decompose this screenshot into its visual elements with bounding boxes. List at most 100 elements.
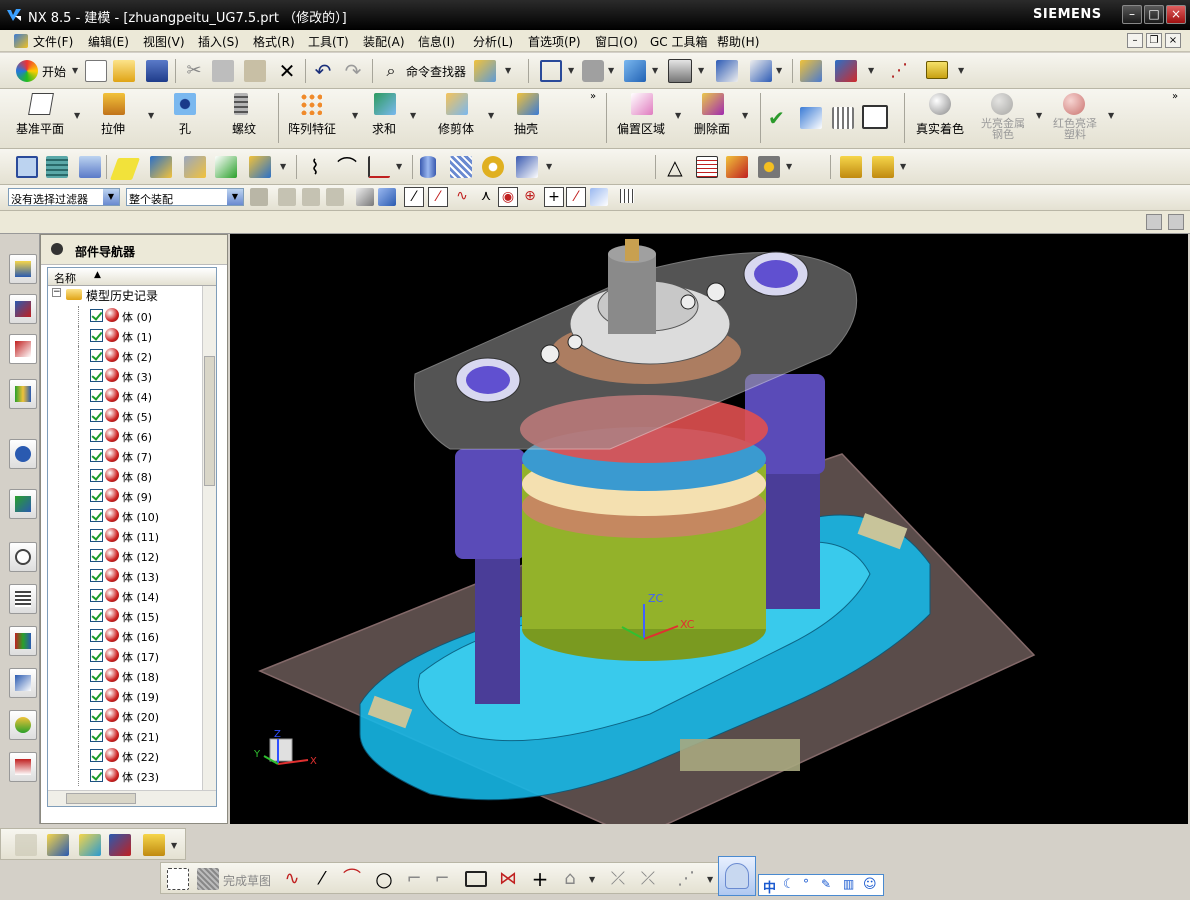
tree-body-row[interactable]: 体 (5)	[48, 406, 206, 426]
dropdown-icon[interactable]: ▼	[868, 66, 874, 75]
fit-box-icon[interactable]	[16, 156, 38, 178]
checkmate-icon[interactable]: ✔	[768, 107, 790, 129]
tree-body-row[interactable]: 体 (18)	[48, 666, 206, 686]
part-navigator-tab[interactable]	[9, 334, 37, 364]
menu-assembly[interactable]: 装配(A)	[363, 33, 405, 50]
trim-icon[interactable]: ⤫	[607, 868, 629, 890]
red-glossy-plastic-button[interactable]: 红色亮泽 塑料	[1048, 118, 1102, 140]
select-body-icon[interactable]	[356, 188, 374, 206]
datum-plane-icon[interactable]	[28, 93, 54, 115]
part-icon[interactable]	[15, 834, 37, 856]
add-component-icon[interactable]	[215, 156, 237, 178]
polygon-icon[interactable]: ⋈	[497, 868, 519, 890]
menu-preferences[interactable]: 首选项(P)	[528, 33, 581, 50]
constraint-icon[interactable]	[109, 834, 131, 856]
visibility-checkbox[interactable]	[90, 609, 103, 622]
visibility-checkbox[interactable]	[90, 309, 103, 322]
snap-point-icon[interactable]	[326, 188, 344, 206]
tree-body-row[interactable]: 体 (21)	[48, 726, 206, 746]
start-dropdown-icon[interactable]: ▼	[72, 66, 78, 75]
internet-explorer-tab[interactable]	[9, 439, 37, 469]
app-menu-icon[interactable]	[14, 34, 28, 48]
shell-button[interactable]: 抽壳	[514, 120, 538, 137]
layers-icon[interactable]	[46, 156, 68, 178]
cue-options-icon[interactable]	[1146, 214, 1162, 230]
chevron-down-icon[interactable]: ▼	[103, 189, 119, 205]
doc-minimize-button[interactable]: –	[1127, 33, 1143, 48]
bearing-icon[interactable]	[482, 156, 504, 178]
tree-body-row[interactable]: 体 (8)	[48, 466, 206, 486]
unite-icon[interactable]	[374, 93, 396, 115]
menu-edit[interactable]: 编辑(E)	[88, 33, 129, 50]
ime-mode[interactable]: 中	[763, 877, 776, 896]
system-materials-tab[interactable]	[9, 542, 37, 572]
visibility-checkbox[interactable]	[90, 749, 103, 762]
visibility-checkbox[interactable]	[90, 489, 103, 502]
shaded-cube-icon[interactable]	[624, 60, 646, 82]
move-component-icon[interactable]	[79, 834, 101, 856]
dropdown-icon[interactable]: ▼	[707, 875, 713, 884]
visibility-checkbox[interactable]	[90, 529, 103, 542]
visibility-checkbox[interactable]	[90, 569, 103, 582]
visibility-checkbox[interactable]	[90, 649, 103, 662]
tree-body-row[interactable]: 体 (10)	[48, 506, 206, 526]
tree-body-row[interactable]: 体 (23)	[48, 766, 206, 786]
toolbar-overflow-icon[interactable]: »	[590, 91, 596, 102]
minimize-button[interactable]: –	[1122, 5, 1142, 24]
dropdown-icon[interactable]: ▼	[1036, 111, 1042, 120]
new-file-icon[interactable]	[85, 60, 107, 82]
snap-point-icon[interactable]	[278, 188, 296, 206]
tree-body-row[interactable]: 体 (14)	[48, 586, 206, 606]
hole-button[interactable]: 孔	[179, 120, 191, 137]
extend-icon[interactable]: ⤫	[637, 868, 659, 890]
h-scrollbar-thumb[interactable]	[66, 793, 136, 804]
tree-body-row[interactable]: 体 (7)	[48, 446, 206, 466]
replace-component-icon[interactable]	[249, 156, 271, 178]
selection-icon[interactable]	[474, 60, 496, 82]
dropdown-icon[interactable]: ▼	[900, 162, 906, 171]
finish-sketch-button[interactable]: 完成草图	[223, 872, 271, 889]
toolbar-overflow-icon[interactable]: »	[1172, 91, 1178, 102]
dropdown-icon[interactable]: ▼	[786, 162, 792, 171]
table-icon[interactable]	[832, 107, 854, 129]
csys-icon[interactable]	[862, 105, 888, 129]
dropdown-icon[interactable]: ▼	[652, 66, 658, 75]
dropdown-icon[interactable]: ▼	[505, 66, 511, 75]
circle-icon[interactable]: ○	[373, 868, 395, 890]
process-studio-tab[interactable]	[9, 584, 37, 614]
tree-body-row[interactable]: 体 (22)	[48, 746, 206, 766]
pattern-feature-icon[interactable]	[300, 93, 322, 115]
save-icon[interactable]	[146, 60, 168, 82]
constraint-navigator-tab[interactable]	[9, 294, 37, 324]
snap-quadrant-icon[interactable]: ⊕	[520, 187, 540, 207]
snap-on-face-icon[interactable]	[590, 188, 608, 206]
true-shading-button[interactable]: 真实着色	[916, 120, 964, 137]
chevron-down-icon[interactable]: ▼	[227, 189, 243, 205]
dropdown-icon[interactable]: ▼	[589, 875, 595, 884]
offset-region-button[interactable]: 偏置区域	[617, 120, 665, 137]
visibility-checkbox[interactable]	[90, 329, 103, 342]
dropdown-icon[interactable]: ▼	[776, 66, 782, 75]
extrude-button[interactable]: 拉伸	[101, 120, 125, 137]
tree-body-row[interactable]: 体 (17)	[48, 646, 206, 666]
snap-icon[interactable]	[835, 60, 857, 82]
grid-icon[interactable]	[620, 189, 634, 203]
visibility-checkbox[interactable]	[90, 509, 103, 522]
dropdown-icon[interactable]: ▼	[148, 111, 154, 120]
thread-icon[interactable]	[234, 93, 248, 115]
paste-icon[interactable]	[244, 60, 266, 82]
snap-intersection-icon[interactable]: ⋏	[476, 187, 496, 207]
menu-information[interactable]: 信息(I)	[418, 33, 455, 50]
profile-icon[interactable]: ∿	[281, 868, 303, 890]
dropdown-icon[interactable]: ▼	[74, 111, 80, 120]
reuse-library-tab[interactable]	[9, 379, 37, 409]
assembly-constraint-icon[interactable]	[150, 156, 172, 178]
move-component-icon[interactable]	[184, 156, 206, 178]
dropdown-icon[interactable]: ▼	[698, 66, 704, 75]
visibility-checkbox[interactable]	[90, 349, 103, 362]
dropdown-icon[interactable]: ▼	[568, 66, 574, 75]
offset-curve-icon[interactable]: ⌂	[559, 868, 581, 890]
fit-view-icon[interactable]	[540, 60, 562, 82]
menu-help[interactable]: 帮助(H)	[717, 33, 759, 50]
snap-point-icon[interactable]	[302, 188, 320, 206]
